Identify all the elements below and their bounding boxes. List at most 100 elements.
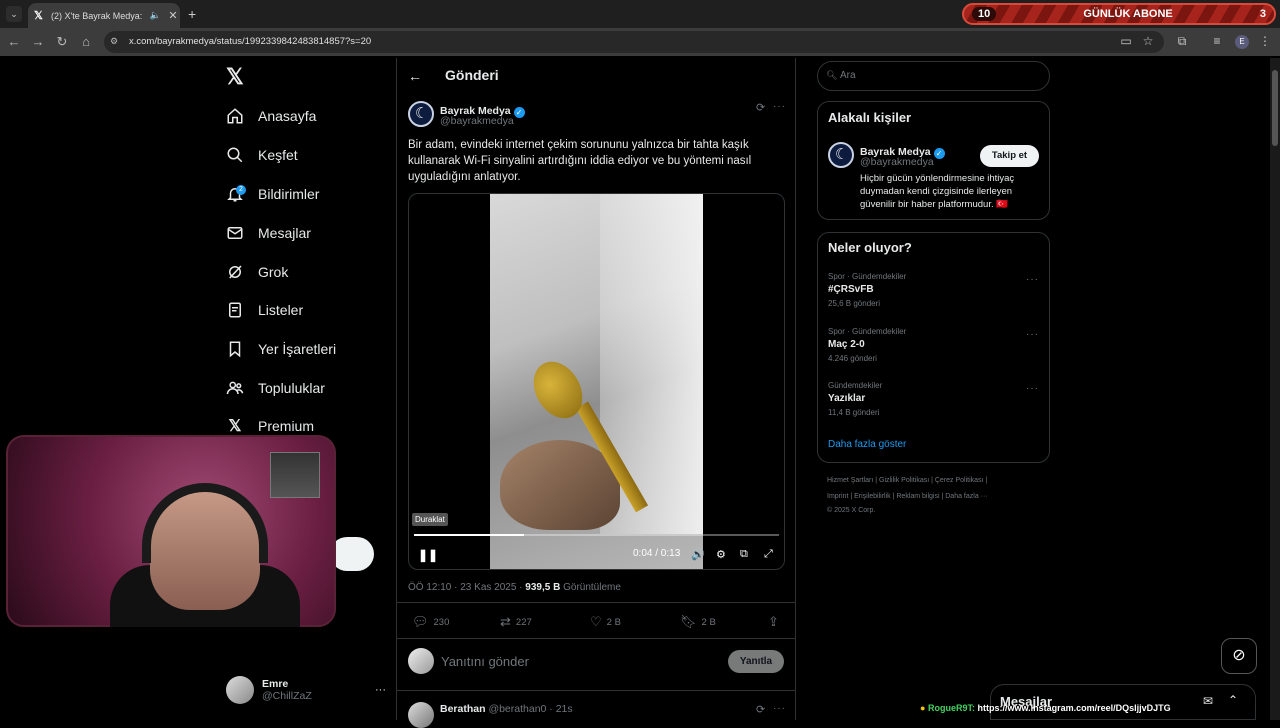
show-more-link[interactable]: Daha fazla göster	[828, 439, 906, 450]
reply-count: 230	[433, 616, 450, 628]
search-input[interactable]: Ara	[817, 61, 1050, 91]
related-avatar[interactable]	[828, 142, 854, 168]
post-more-icon[interactable]: ···	[773, 101, 786, 112]
post-button[interactable]	[330, 537, 374, 571]
browser-menu-icon[interactable]: ⋮	[1257, 34, 1273, 48]
nav-item-explore[interactable]: Keşfet	[226, 141, 298, 169]
account-handle: @ChillZaZ	[262, 690, 312, 702]
new-tab-button[interactable]: +	[188, 6, 196, 22]
extensions-icon[interactable]: ⧉	[1174, 34, 1190, 49]
nav-item-bookmarks[interactable]: Yer İşaretleri	[226, 335, 336, 363]
post-views-count: 939,5 B	[525, 582, 561, 593]
bookmark-action[interactable]: 🔖︎ 2 B	[680, 614, 716, 630]
trend-more-icon[interactable]: ···	[1026, 329, 1039, 340]
post-text: Bir adam, evindeki internet çekim sorunu…	[408, 139, 752, 183]
share-action[interactable]: ⇪	[768, 614, 779, 630]
next-reply-more-icon[interactable]: ···	[773, 703, 786, 714]
compose-message-icon[interactable]: ✉	[1203, 694, 1213, 708]
trend-item[interactable]: Gündemdekiler Yazıklar 11,4 B gönderi	[828, 381, 1040, 417]
scrollbar[interactable]	[1270, 58, 1280, 720]
nav-item-home[interactable]: Anasayfa	[226, 102, 316, 130]
site-info-icon[interactable]: ⚙	[110, 36, 118, 47]
video-time: 0:04 / 0:13	[633, 548, 681, 559]
trend-item[interactable]: Spor · Gündemdekiler #ÇRSvFB 25,6 B gönd…	[828, 272, 1040, 308]
column-divider-right	[795, 58, 796, 720]
trend-item[interactable]: Spor · Gündemdekiler Maç 2-0 4.246 gönde…	[828, 327, 1040, 363]
tab-search-icon[interactable]: ⌄	[6, 6, 22, 22]
nav-item-notifications[interactable]: 2 Bildirimler	[226, 180, 319, 208]
settings-icon[interactable]: ⚙	[716, 548, 726, 561]
grok-fab-icon[interactable]: ⊘	[1221, 638, 1257, 674]
author-handle[interactable]: @bayrakmedya	[440, 115, 514, 127]
banner-label: GÜNLÜK ABONE	[1083, 8, 1173, 20]
grok-explain-icon[interactable]: ⟳	[756, 101, 765, 114]
browser-tab[interactable]: 𝕏 (2) X'te Bayrak Medya: "Bir 🔈 ✕	[28, 3, 180, 28]
nav-label-messages: Mesajlar	[258, 225, 311, 241]
bookmark-star-icon[interactable]: ☆	[1140, 34, 1156, 48]
footer-links-2[interactable]: Imprint | Erişilebilirlik | Reklam bilgi…	[827, 493, 988, 500]
tab-close-icon[interactable]: ✕	[166, 9, 180, 22]
nav-item-grok[interactable]: Grok	[226, 258, 288, 286]
banner-left-count: 10	[972, 7, 997, 21]
next-reply-handle: @berathan0 · 21s	[488, 703, 573, 715]
reading-list-icon[interactable]: ≡	[1209, 34, 1225, 48]
account-switcher[interactable]: Emre @ChillZaZ ···	[226, 675, 386, 705]
nav-label-communities: Topluluklar	[258, 380, 325, 396]
follow-button[interactable]: Takip et	[980, 145, 1039, 167]
reply-icon: 💬︎	[412, 614, 429, 629]
footer-copyright: © 2025 X Corp.	[827, 507, 876, 514]
page-title: Gönderi	[445, 67, 499, 83]
post-timestamp: ÖÖ 12:10 · 23 Kas 2025 ·	[408, 582, 526, 593]
author-avatar[interactable]	[408, 101, 434, 127]
nav-label-grok: Grok	[258, 264, 289, 280]
ticker-text: https://www.instagram.com/reel/DQsljjvDJ…	[974, 703, 1171, 713]
scrollbar-thumb[interactable]	[1272, 70, 1278, 146]
trend-more-icon[interactable]: ···	[1026, 274, 1039, 285]
bell-icon: 2	[226, 185, 246, 203]
nav-label-notifications: Bildirimler	[258, 186, 320, 202]
nav-item-communities[interactable]: Topluluklar	[226, 374, 325, 402]
trend-name: Yazıklar	[828, 393, 866, 404]
heart-icon: ♡	[590, 614, 602, 629]
back-arrow-icon[interactable]: ←	[408, 68, 422, 84]
post-views-label: Görüntüleme	[560, 582, 621, 593]
pause-icon[interactable]: ❚❚	[418, 548, 438, 562]
next-reply-avatar[interactable]	[408, 702, 434, 728]
banner-right-count: 3	[1259, 8, 1266, 20]
expand-drawer-icon[interactable]: ⌃	[1228, 693, 1238, 707]
x-logo-icon[interactable]: 𝕏	[226, 64, 244, 90]
nav-label-bookmarks: Yer İşaretleri	[258, 341, 337, 357]
account-more-icon[interactable]: ···	[375, 684, 386, 696]
repost-action[interactable]: ⇄ 227	[500, 614, 532, 630]
account-name: Emre	[262, 678, 289, 690]
reply-button[interactable]: Yanıtla	[728, 650, 784, 673]
profile-avatar[interactable]: E	[1235, 35, 1249, 49]
home-browser-icon[interactable]: ⌂	[78, 34, 94, 49]
back-icon[interactable]: ←	[6, 34, 22, 49]
cast-icon[interactable]: ▭	[1118, 34, 1134, 48]
related-handle[interactable]: @bayrakmedya	[860, 156, 934, 168]
speaker-icon[interactable]: 🔈	[150, 10, 161, 21]
trend-more-icon[interactable]: ···	[1026, 383, 1039, 394]
picture-in-picture-icon[interactable]: ⧉	[740, 548, 748, 561]
nav-item-lists[interactable]: Listeler	[226, 296, 303, 324]
forward-icon[interactable]: →	[30, 34, 46, 49]
trend-category: Spor · Gündemdekiler	[828, 272, 907, 281]
next-reply-grok-icon[interactable]: ⟳	[756, 703, 765, 716]
address-bar[interactable]: x.com/bayrakmedya/status/199233984248381…	[104, 31, 1164, 53]
reload-icon[interactable]: ↻	[54, 34, 70, 50]
trend-count: 25,6 B gönderi	[828, 299, 881, 308]
bookmark-count: 2 B	[701, 616, 716, 628]
nav-label-explore: Keşfet	[258, 147, 298, 163]
reply-action[interactable]: 💬︎ 230	[412, 614, 449, 630]
nav-item-messages[interactable]: Mesajlar	[226, 219, 311, 247]
divider	[397, 690, 795, 691]
people-icon	[226, 379, 244, 397]
reply-input[interactable]: Yanıtını gönder	[441, 654, 529, 669]
volume-icon[interactable]: 🔊	[691, 548, 705, 561]
next-reply-header[interactable]: Berathan @berathan0 · 21s	[440, 703, 573, 715]
like-action[interactable]: ♡ 2 B	[590, 614, 621, 630]
fullscreen-icon[interactable]: ⤢	[764, 548, 773, 561]
notification-badge: 2	[236, 185, 246, 195]
footer-links-1[interactable]: Hizmet Şartları | Gizlilik Politikası | …	[827, 477, 987, 484]
